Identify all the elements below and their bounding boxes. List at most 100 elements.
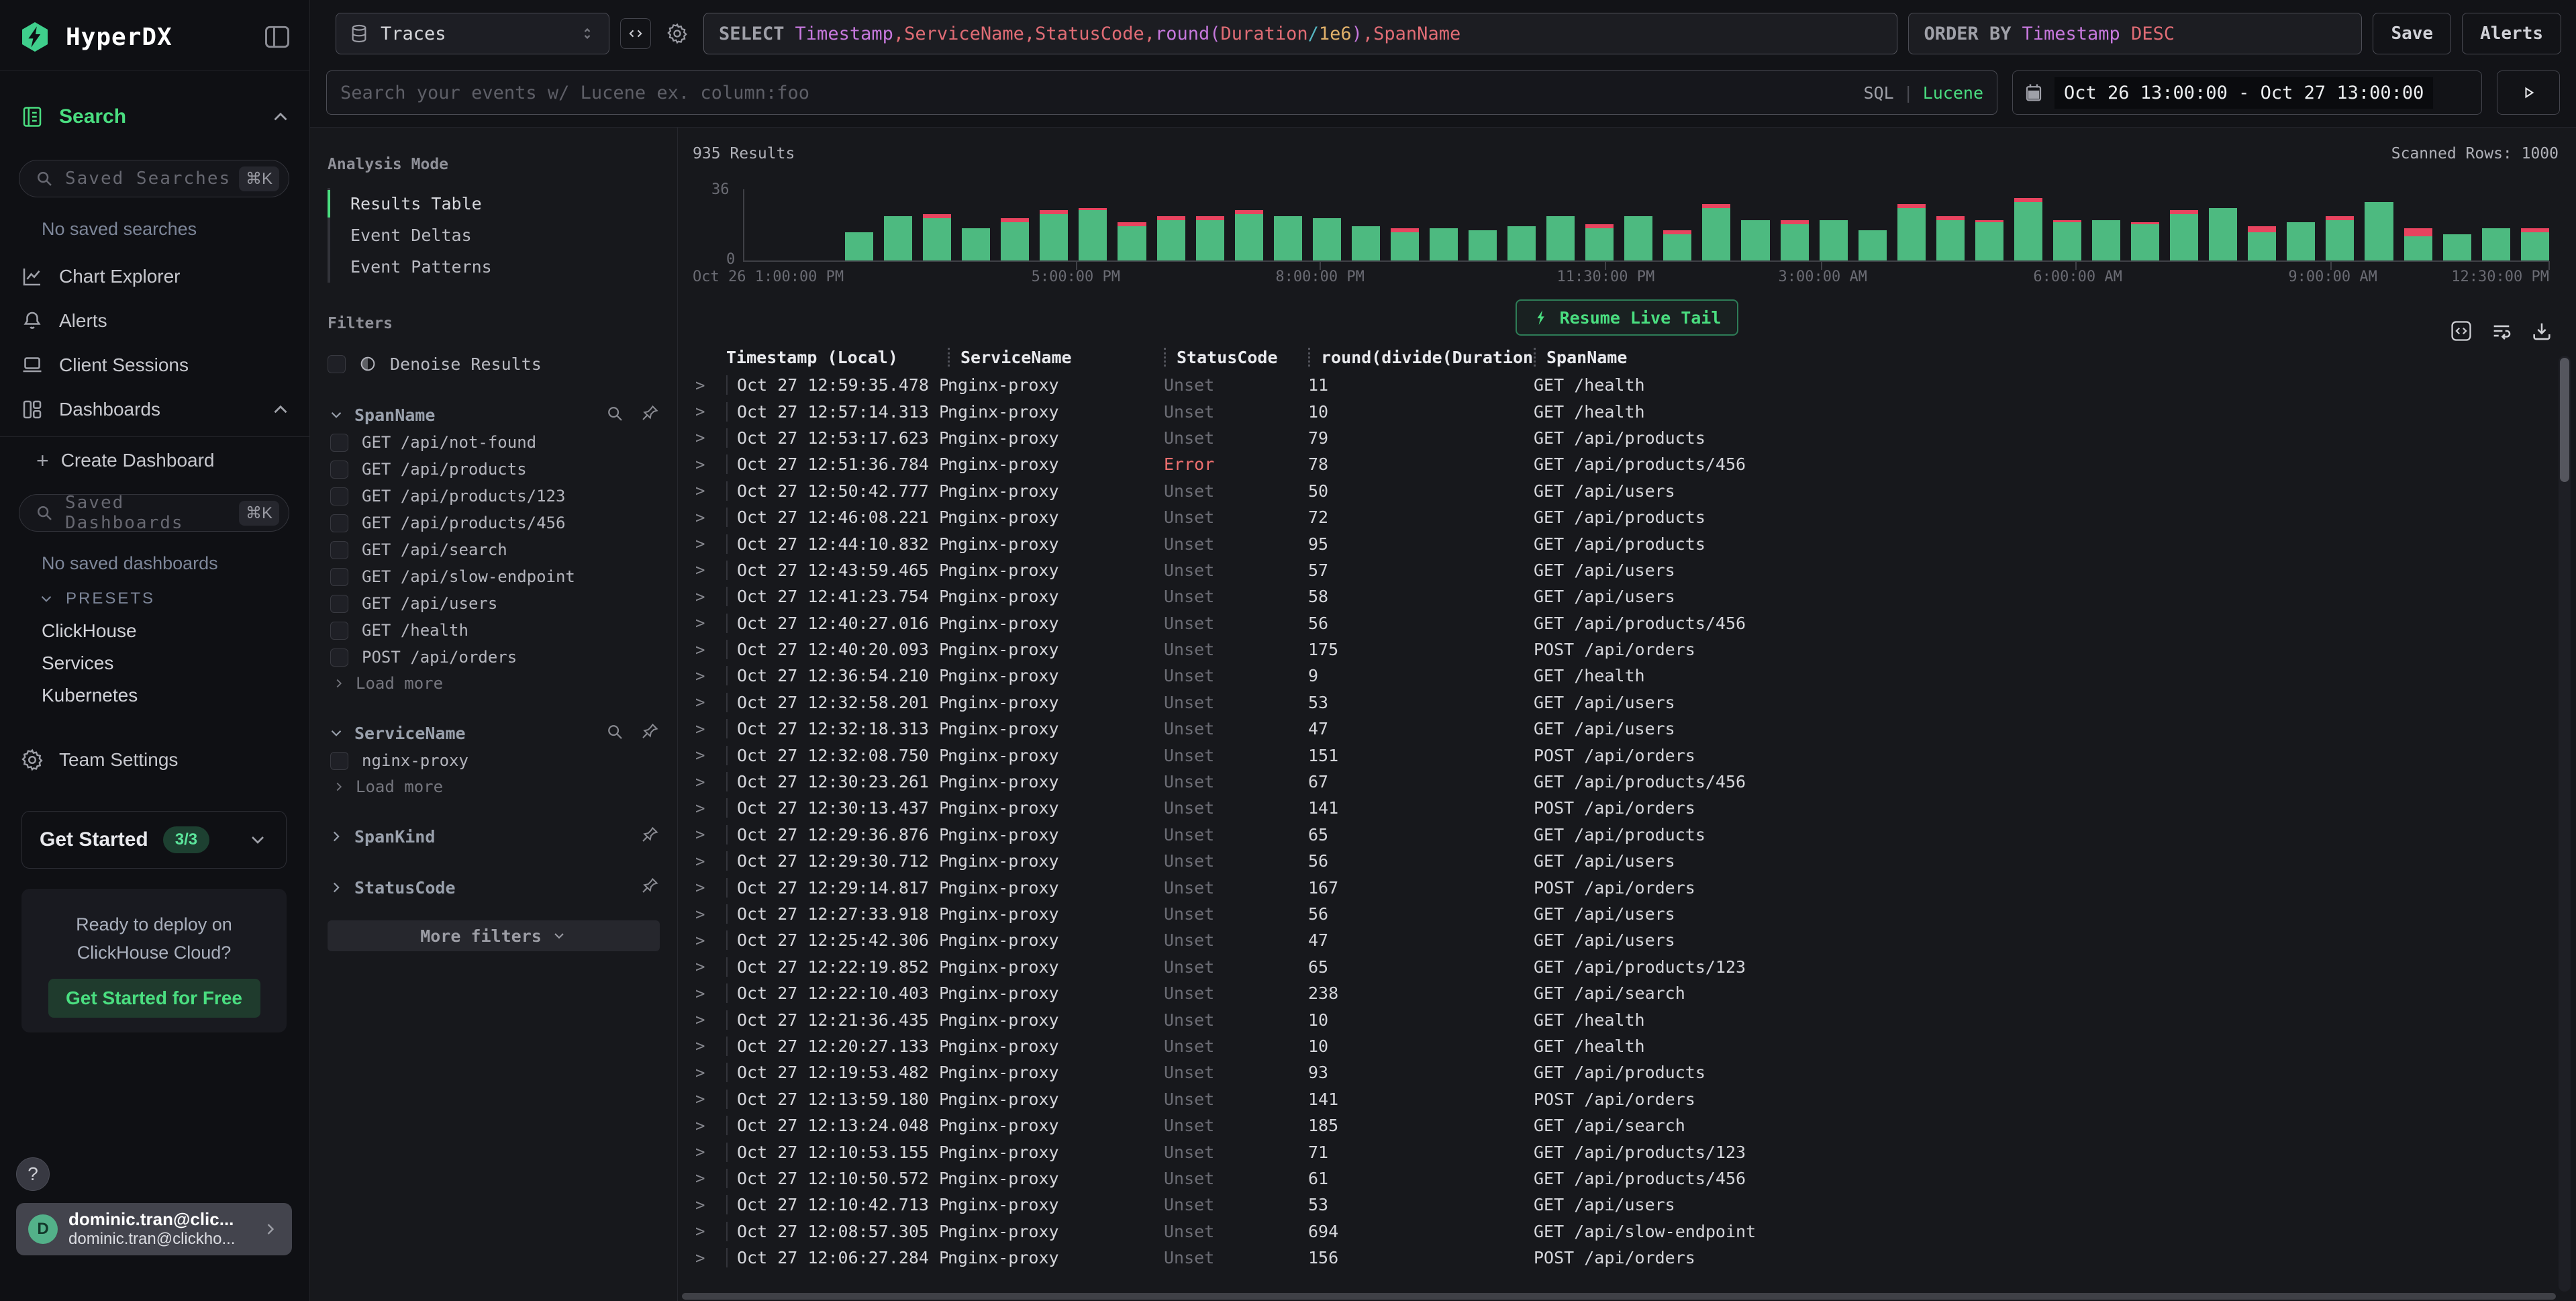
table-row[interactable]: >Oct 27 12:29:36.876 PMnginx-proxyUnset6… [678,822,2576,848]
histogram-bar[interactable] [2209,208,2237,260]
pin-icon[interactable] [640,722,660,744]
create-dashboard-button[interactable]: + Create Dashboard [36,446,292,475]
table-row[interactable]: >Oct 27 12:22:19.852 PMnginx-proxyUnset6… [678,954,2576,980]
pin-icon[interactable] [640,825,660,848]
histogram-bar[interactable] [1820,220,1848,260]
histogram-bar[interactable] [2092,220,2120,260]
run-query-button[interactable] [2497,70,2560,115]
histogram-bar[interactable] [2365,202,2393,260]
expand-row-icon[interactable]: > [691,428,726,447]
checkbox[interactable] [330,568,348,586]
histogram-bar[interactable] [1546,216,1575,260]
histogram-bar[interactable] [1352,226,1380,260]
help-button[interactable]: ? [16,1157,50,1191]
table-row[interactable]: >Oct 27 12:21:36.435 PMnginx-proxyUnset1… [678,1006,2576,1032]
checkbox[interactable] [330,595,348,613]
table-row[interactable]: >Oct 27 12:32:08.750 PMnginx-proxyUnset1… [678,742,2576,768]
histogram-bar[interactable] [1157,216,1185,260]
table-row[interactable]: >Oct 27 12:50:42.777 PMnginx-proxyUnset5… [678,478,2576,504]
histogram-bar[interactable] [1430,228,1458,260]
table-row[interactable]: >Oct 27 12:57:14.313 PMnginx-proxyUnset1… [678,398,2576,424]
load-more-button[interactable]: Load more [328,774,660,800]
expand-row-icon[interactable]: > [691,402,726,421]
table-row[interactable]: >Oct 27 12:25:42.306 PMnginx-proxyUnset4… [678,927,2576,953]
saved-dashboards-input[interactable]: Saved Dashboards ⌘K [19,494,289,532]
column-resize-handle[interactable] [1164,348,1166,367]
checkbox[interactable] [330,461,348,479]
facet-value-get-api-search[interactable]: GET /api/search [328,536,660,563]
table-row[interactable]: >Oct 27 12:36:54.210 PMnginx-proxyUnset9… [678,663,2576,689]
sidebar-item-dashboards[interactable]: Dashboards [19,392,292,427]
table-row[interactable]: >Oct 27 12:46:08.221 PMnginx-proxyUnset7… [678,504,2576,530]
expand-row-icon[interactable]: > [691,508,726,527]
table-row[interactable]: >Oct 27 12:59:35.478 PMnginx-proxyUnset1… [678,372,2576,398]
denoise-results-option[interactable]: Denoise Results [328,350,660,378]
histogram-bar[interactable] [1079,208,1107,260]
sidebar-item-team-settings[interactable]: Team Settings [19,741,292,779]
histogram-bar[interactable] [923,214,951,260]
histogram-bar[interactable] [884,216,912,260]
histogram-bar[interactable] [1741,220,1769,260]
horizontal-scrollbar[interactable] [682,1293,2556,1300]
histogram-bar[interactable] [1975,220,2003,260]
expand-row-icon[interactable]: > [691,1169,726,1188]
histogram-bar[interactable] [2053,220,2081,260]
expand-row-icon[interactable]: > [691,746,726,765]
order-by-input[interactable]: ORDER BY Timestamp DESC [1908,13,2362,54]
expand-row-icon[interactable]: > [691,852,726,871]
histogram-bar[interactable] [1781,220,1809,260]
sidebar-item-chart-explorer[interactable]: Chart Explorer [19,259,292,294]
analysis-mode-results-table[interactable]: Results Table [330,188,660,220]
expand-row-icon[interactable]: > [691,905,726,924]
table-row[interactable]: >Oct 27 12:10:42.713 PMnginx-proxyUnset5… [678,1192,2576,1218]
sidebar-item-search[interactable]: Search [19,98,292,136]
checkbox[interactable] [330,622,348,640]
facet-servicename[interactable]: ServiceName [328,719,660,747]
save-button[interactable]: Save [2373,13,2451,54]
facet-value-post-api-orders[interactable]: POST /api/orders [328,644,660,671]
checkbox[interactable] [330,541,348,559]
expand-row-icon[interactable]: > [691,1037,726,1055]
alerts-button[interactable]: Alerts [2462,13,2561,54]
preset-item-clickhouse[interactable]: ClickHouse [42,616,292,646]
saved-searches-input[interactable]: Saved Searches ⌘K [19,160,289,197]
expand-row-icon[interactable]: > [691,878,726,897]
histogram-bar[interactable] [1702,204,1730,260]
sidebar-item-client-sessions[interactable]: Client Sessions [19,348,292,383]
expand-row-icon[interactable]: > [691,957,726,976]
histogram-bar[interactable] [1040,210,1068,260]
sidebar-item-alerts[interactable]: Alerts [19,303,292,338]
facet-value-get-api-slow-endpoint[interactable]: GET /api/slow-endpoint [328,563,660,590]
expand-row-icon[interactable]: > [691,376,726,395]
lucene-mode-toggle[interactable]: Lucene [1923,83,1983,103]
table-row[interactable]: >Oct 27 12:08:57.305 PMnginx-proxyUnset6… [678,1218,2576,1245]
histogram-bar[interactable] [2443,234,2471,260]
histogram-bar[interactable] [1663,230,1691,260]
expand-row-icon[interactable]: > [691,825,726,844]
expand-row-icon[interactable]: > [691,587,726,606]
table-row[interactable]: >Oct 27 12:29:14.817 PMnginx-proxyUnset1… [678,874,2576,900]
expand-row-icon[interactable]: > [691,1010,726,1029]
histogram-bar[interactable] [2404,228,2432,260]
facet-search-icon[interactable] [605,403,625,426]
facet-spankind[interactable]: SpanKind [328,822,660,851]
checkbox[interactable] [330,487,348,505]
facet-search-icon[interactable] [605,722,625,744]
histogram-bar[interactable] [1624,216,1652,260]
table-row[interactable]: >Oct 27 12:22:10.403 PMnginx-proxyUnset2… [678,980,2576,1006]
column-resize-handle[interactable] [948,348,950,367]
column-header-timestamp-local[interactable]: Timestamp (Local) [726,348,948,367]
histogram-bar[interactable] [1001,218,1029,260]
expand-row-icon[interactable]: > [691,481,726,500]
column-header-spanname[interactable]: SpanName [1534,348,2576,367]
table-row[interactable]: >Oct 27 12:10:50.572 PMnginx-proxyUnset6… [678,1165,2576,1192]
column-header-servicename[interactable]: ServiceName [948,348,1164,367]
expand-row-icon[interactable]: > [691,561,726,579]
histogram-bar[interactable] [1936,216,1965,260]
source-select[interactable]: Traces [336,13,609,54]
expand-row-icon[interactable]: > [691,693,726,712]
histogram-bar[interactable] [845,232,873,260]
column-header-statuscode[interactable]: StatusCode [1164,348,1308,367]
facet-spanname[interactable]: SpanName [328,401,660,429]
histogram-bar[interactable] [1585,224,1614,260]
